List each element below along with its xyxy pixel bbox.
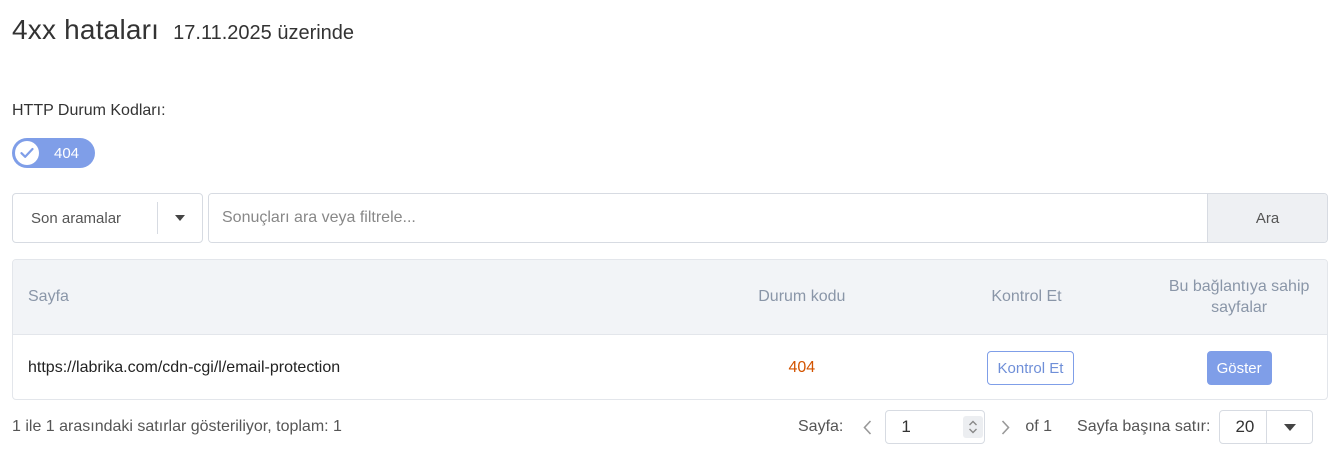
- check-button[interactable]: Kontrol Et: [986, 351, 1075, 385]
- page-label: Sayfa:: [798, 418, 844, 435]
- page-title: 4xx hataları: [12, 14, 160, 45]
- row-status-code: 404: [788, 359, 816, 376]
- caret-down-icon[interactable]: [158, 215, 202, 221]
- search-button[interactable]: Ara: [1207, 194, 1327, 242]
- total-pages: of 1: [1025, 418, 1053, 435]
- page-number-field: [885, 410, 986, 444]
- spinner-up-down-icon[interactable]: [963, 416, 984, 438]
- row-check-cell: Kontrol Et: [902, 351, 1152, 385]
- search-bar: Ara: [208, 193, 1328, 243]
- rows-summary: 1 ile 1 arasındaki satırlar gösteriliyor…: [12, 418, 342, 435]
- status-filter-chip-404[interactable]: 404: [12, 138, 95, 168]
- chevron-left-icon[interactable]: [857, 410, 877, 444]
- rows-per-page-select[interactable]: 20: [1219, 410, 1314, 444]
- row-url: https://labrika.com/cdn-cgi/l/email-prot…: [28, 359, 341, 376]
- row-linking-pages-cell: Göster: [1151, 351, 1327, 385]
- column-header-status[interactable]: Durum kodu: [702, 288, 902, 306]
- column-header-check: Kontrol Et: [991, 288, 1062, 305]
- check-icon: [15, 141, 39, 165]
- errors-table: Sayfa Durum kodu Kontrol Et Bu bağlantıy…: [12, 259, 1328, 400]
- column-header-page[interactable]: Sayfa: [13, 288, 702, 306]
- chevron-right-icon[interactable]: [995, 410, 1015, 444]
- page: 4xx hataları 17.11.2025 üzerinde HTTP Du…: [0, 0, 1340, 472]
- chip-label: 404: [54, 144, 80, 162]
- page-number-input[interactable]: [886, 416, 960, 438]
- column-header-linking-pages: Bu bağlantıya sahip sayfalar: [1168, 278, 1310, 316]
- page-subtitle-date: 17.11.2025 üzerinde: [173, 22, 355, 44]
- pagination: Sayfa: of 1 Sayfa başına satır: 20: [798, 410, 1314, 444]
- table-header: Sayfa Durum kodu Kontrol Et Bu bağlantıy…: [13, 260, 1327, 335]
- search-input[interactable]: [209, 194, 1207, 242]
- page-header: 4xx hataları 17.11.2025 üzerinde: [12, 14, 354, 46]
- rows-per-page-label: Sayfa başına satır:: [1077, 418, 1211, 435]
- table-row: https://labrika.com/cdn-cgi/l/email-prot…: [13, 335, 1327, 399]
- caret-down-icon[interactable]: [1266, 410, 1312, 444]
- saved-searches-dropdown[interactable]: Son aramalar: [12, 193, 203, 243]
- saved-searches-label: Son aramalar: [31, 209, 122, 227]
- status-codes-label: HTTP Durum Kodları:: [12, 102, 166, 119]
- show-linking-pages-button[interactable]: Göster: [1206, 351, 1272, 385]
- rows-per-page-value: 20: [1235, 417, 1255, 436]
